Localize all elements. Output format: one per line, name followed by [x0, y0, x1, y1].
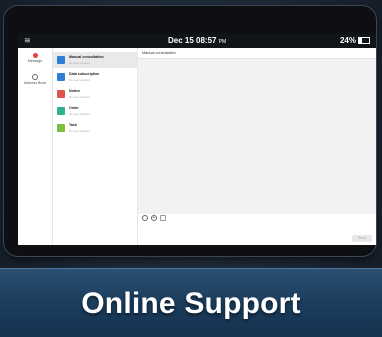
person-icon — [57, 56, 65, 64]
list-item-subtitle: No new content — [69, 95, 90, 99]
wifi-icon: ≋ — [24, 36, 31, 45]
list-item-manual-consultation[interactable]: Manual consultation No new content — [53, 52, 137, 68]
send-button[interactable]: Send — [352, 235, 372, 242]
list-item-notice[interactable]: Notice No new content — [53, 86, 137, 102]
battery-icon — [358, 37, 370, 44]
order-icon — [57, 107, 65, 115]
caption-banner: Online Support — [0, 268, 382, 337]
list-item-data-subscription[interactable]: Data subscription No new content — [53, 69, 137, 85]
battery-indicator: 24% — [340, 36, 370, 45]
list-item-subtitle: No new content — [69, 61, 90, 65]
nav-item-message[interactable]: Message — [18, 53, 52, 63]
chat-title: Manual consultation — [142, 51, 176, 55]
list-item-title: Data subscription — [69, 72, 100, 76]
nav-item-label: Message — [27, 59, 43, 63]
list-item-title: Task — [69, 123, 77, 127]
add-icon[interactable]: + — [151, 215, 157, 221]
nav-item-address-book[interactable]: Address Book — [18, 74, 52, 85]
nav-item-label: Address Book — [23, 81, 47, 85]
list-item-title: Manual consultation — [69, 55, 104, 59]
chat-message-area — [138, 58, 376, 214]
status-bar: ≋ Dec 15 08:57 PM 24% — [18, 34, 376, 48]
list-item-title: Notice — [69, 89, 80, 93]
battery-percent: 24% — [339, 36, 356, 45]
list-item-subtitle: No new content — [69, 129, 90, 133]
side-nav: Message Address Book — [18, 48, 53, 245]
image-icon[interactable] — [160, 215, 166, 221]
conversation-list: Manual consultation No new content Data … — [53, 48, 138, 245]
contacts-icon — [32, 74, 38, 80]
app-window: Message Address Book Manual consultation… — [18, 48, 376, 245]
list-item-task[interactable]: Task No new content — [53, 120, 137, 136]
subscription-icon — [57, 73, 65, 81]
emoji-icon[interactable] — [142, 215, 148, 221]
chat-panel: Manual consultation + Send — [138, 48, 376, 245]
task-icon — [57, 124, 65, 132]
list-item-subtitle: No new content — [69, 112, 90, 116]
message-icon — [32, 53, 38, 58]
notice-icon — [57, 90, 65, 98]
chat-toolbar: + — [142, 215, 166, 221]
list-item-title: Order — [69, 106, 79, 110]
status-time: Dec 15 08:57 PM — [168, 36, 227, 45]
caption-title: Online Support — [81, 287, 301, 320]
list-item-subtitle: No new content — [69, 78, 90, 82]
list-item-order[interactable]: Order No new content — [53, 103, 137, 119]
